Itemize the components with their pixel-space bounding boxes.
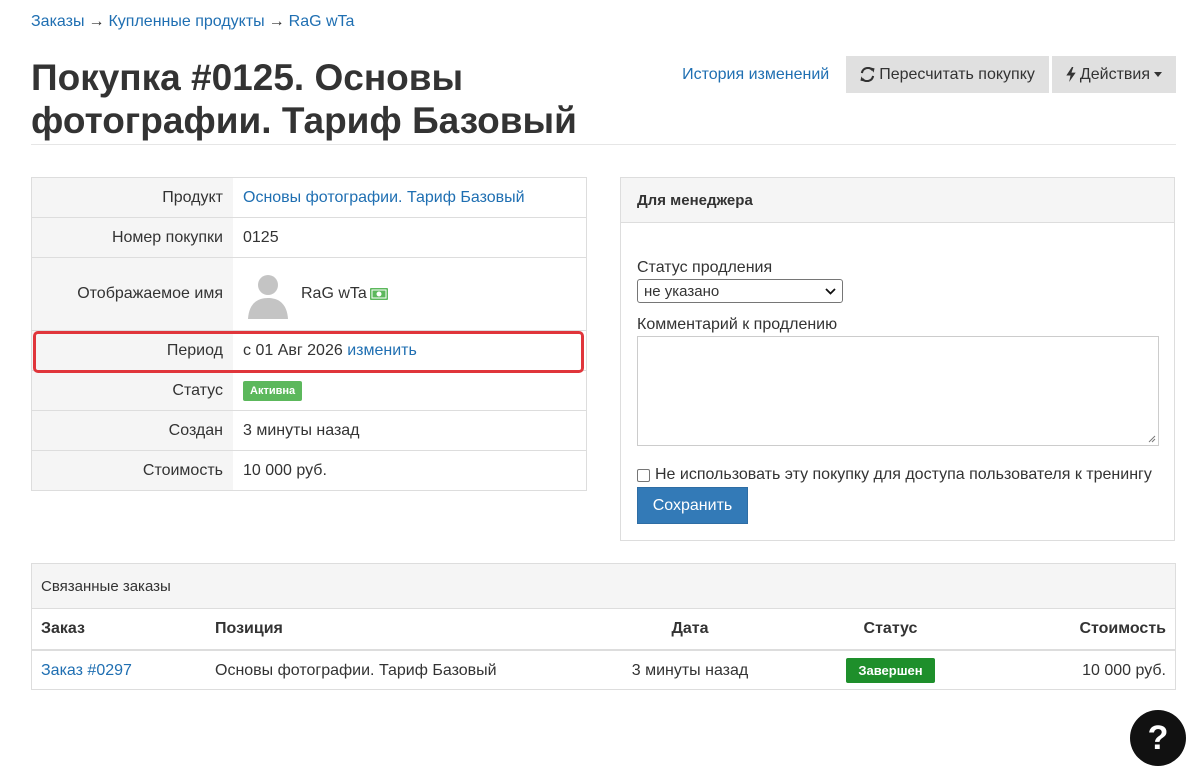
- page-title: Покупка #0125. Основы фотографии. Тариф …: [31, 57, 577, 141]
- bolt-icon: [1066, 67, 1076, 82]
- refresh-icon: [860, 67, 875, 82]
- exclude-access-checkbox[interactable]: [637, 468, 650, 482]
- column-header-date: Дата: [606, 609, 774, 651]
- details-row-created: Создан 3 минуты назад: [31, 410, 587, 451]
- product-label: Продукт: [31, 177, 233, 218]
- table-row: Заказ #0297 Основы фотографии. Тариф Баз…: [32, 650, 1175, 690]
- details-row-cost: Стоимость 10 000 руб.: [31, 450, 587, 491]
- column-header-position: Позиция: [206, 609, 606, 651]
- save-button[interactable]: Сохранить: [637, 487, 748, 524]
- column-header-cost: Стоимость: [1007, 609, 1175, 651]
- status-label: Статус: [31, 370, 233, 411]
- purchase-number-label: Номер покупки: [31, 217, 233, 258]
- created-value: 3 минуты назад: [233, 410, 587, 451]
- cost-label: Стоимость: [31, 450, 233, 491]
- order-link[interactable]: Заказ #0297: [41, 662, 132, 679]
- period-change-link[interactable]: изменить: [347, 342, 417, 359]
- renewal-comment-label: Комментарий к продлению: [637, 316, 838, 333]
- manager-panel-title: Для менеджера: [621, 178, 1174, 223]
- breadcrumb-purchased-products-link[interactable]: Купленные продукты: [108, 13, 264, 30]
- help-button[interactable]: ?: [1130, 710, 1186, 766]
- exclude-access-label[interactable]: Не использовать эту покупку для доступа …: [655, 466, 1152, 484]
- resize-grip-icon[interactable]: [1148, 435, 1156, 443]
- order-cost: 10 000 руб.: [1082, 661, 1166, 679]
- history-link[interactable]: История изменений: [682, 66, 829, 84]
- exclude-access-option: Не использовать эту покупку для доступа …: [637, 466, 1152, 484]
- details-row-period: Период с 01 Авг 2026 изменить: [31, 330, 587, 371]
- renewal-comment-textarea[interactable]: [637, 336, 1159, 446]
- actions-label: Действия: [1079, 65, 1150, 83]
- details-row-status: Статус Активна: [31, 370, 587, 411]
- breadcrumb: Заказы → Купленные продукты → RaG wTa: [31, 13, 354, 31]
- purchase-details-table: Продукт Основы фотографии. Тариф Базовый…: [31, 177, 587, 491]
- order-date: 3 минуты назад: [631, 661, 749, 679]
- renewal-status-value: не указано: [644, 282, 720, 300]
- recalculate-label: Пересчитать покупку: [879, 65, 1035, 83]
- avatar[interactable]: [243, 269, 293, 319]
- user-info: RaG wTa: [243, 269, 576, 319]
- order-position: Основы фотографии. Тариф Базовый: [215, 661, 497, 679]
- status-badge: Активна: [243, 380, 303, 401]
- related-orders-title: Связанные заказы: [32, 564, 1175, 609]
- period-value: с 01 Авг 2026: [243, 341, 343, 359]
- purchase-number-value: 0125: [233, 217, 587, 258]
- related-orders-panel: Связанные заказы Заказ Позиция Дата Стат…: [31, 563, 1176, 690]
- breadcrumb-user-link[interactable]: RaG wTa: [289, 13, 355, 30]
- details-row-number: Номер покупки 0125: [31, 217, 587, 258]
- breadcrumb-orders-link[interactable]: Заказы: [31, 13, 84, 30]
- created-label: Создан: [31, 410, 233, 451]
- actions-dropdown-button[interactable]: Действия: [1051, 56, 1176, 93]
- user-name: RaG wTa: [301, 285, 367, 302]
- related-orders-table: Заказ Позиция Дата Статус Стоимость Зака…: [32, 609, 1175, 690]
- column-header-order: Заказ: [32, 609, 206, 651]
- renewal-status-select[interactable]: не указано: [637, 279, 843, 303]
- header-actions: История изменений Пересчитать покупку Де…: [682, 56, 1176, 93]
- table-header-row: Заказ Позиция Дата Статус Стоимость: [32, 609, 1175, 651]
- renewal-status-label: Статус продления: [637, 259, 773, 276]
- chevron-down-icon: [825, 287, 836, 295]
- details-row-display-name: Отображаемое имя RaG wTa: [31, 257, 587, 331]
- display-name-label: Отображаемое имя: [31, 257, 233, 331]
- cost-value: 10 000 руб.: [233, 450, 587, 491]
- column-header-status: Статус: [774, 609, 1007, 651]
- caret-down-icon: [1154, 72, 1162, 77]
- money-icon: [369, 288, 388, 300]
- breadcrumb-separator: →: [88, 13, 105, 30]
- manager-panel: Для менеджера Статус продления не указан…: [620, 177, 1175, 541]
- product-link[interactable]: Основы фотографии. Тариф Базовый: [243, 189, 525, 206]
- header-divider: [31, 144, 1176, 145]
- order-status-badge: Завершен: [846, 658, 935, 683]
- details-row-product: Продукт Основы фотографии. Тариф Базовый: [31, 177, 587, 218]
- breadcrumb-separator: →: [268, 13, 285, 30]
- period-label: Период: [31, 330, 233, 371]
- recalculate-button[interactable]: Пересчитать покупку: [846, 56, 1049, 93]
